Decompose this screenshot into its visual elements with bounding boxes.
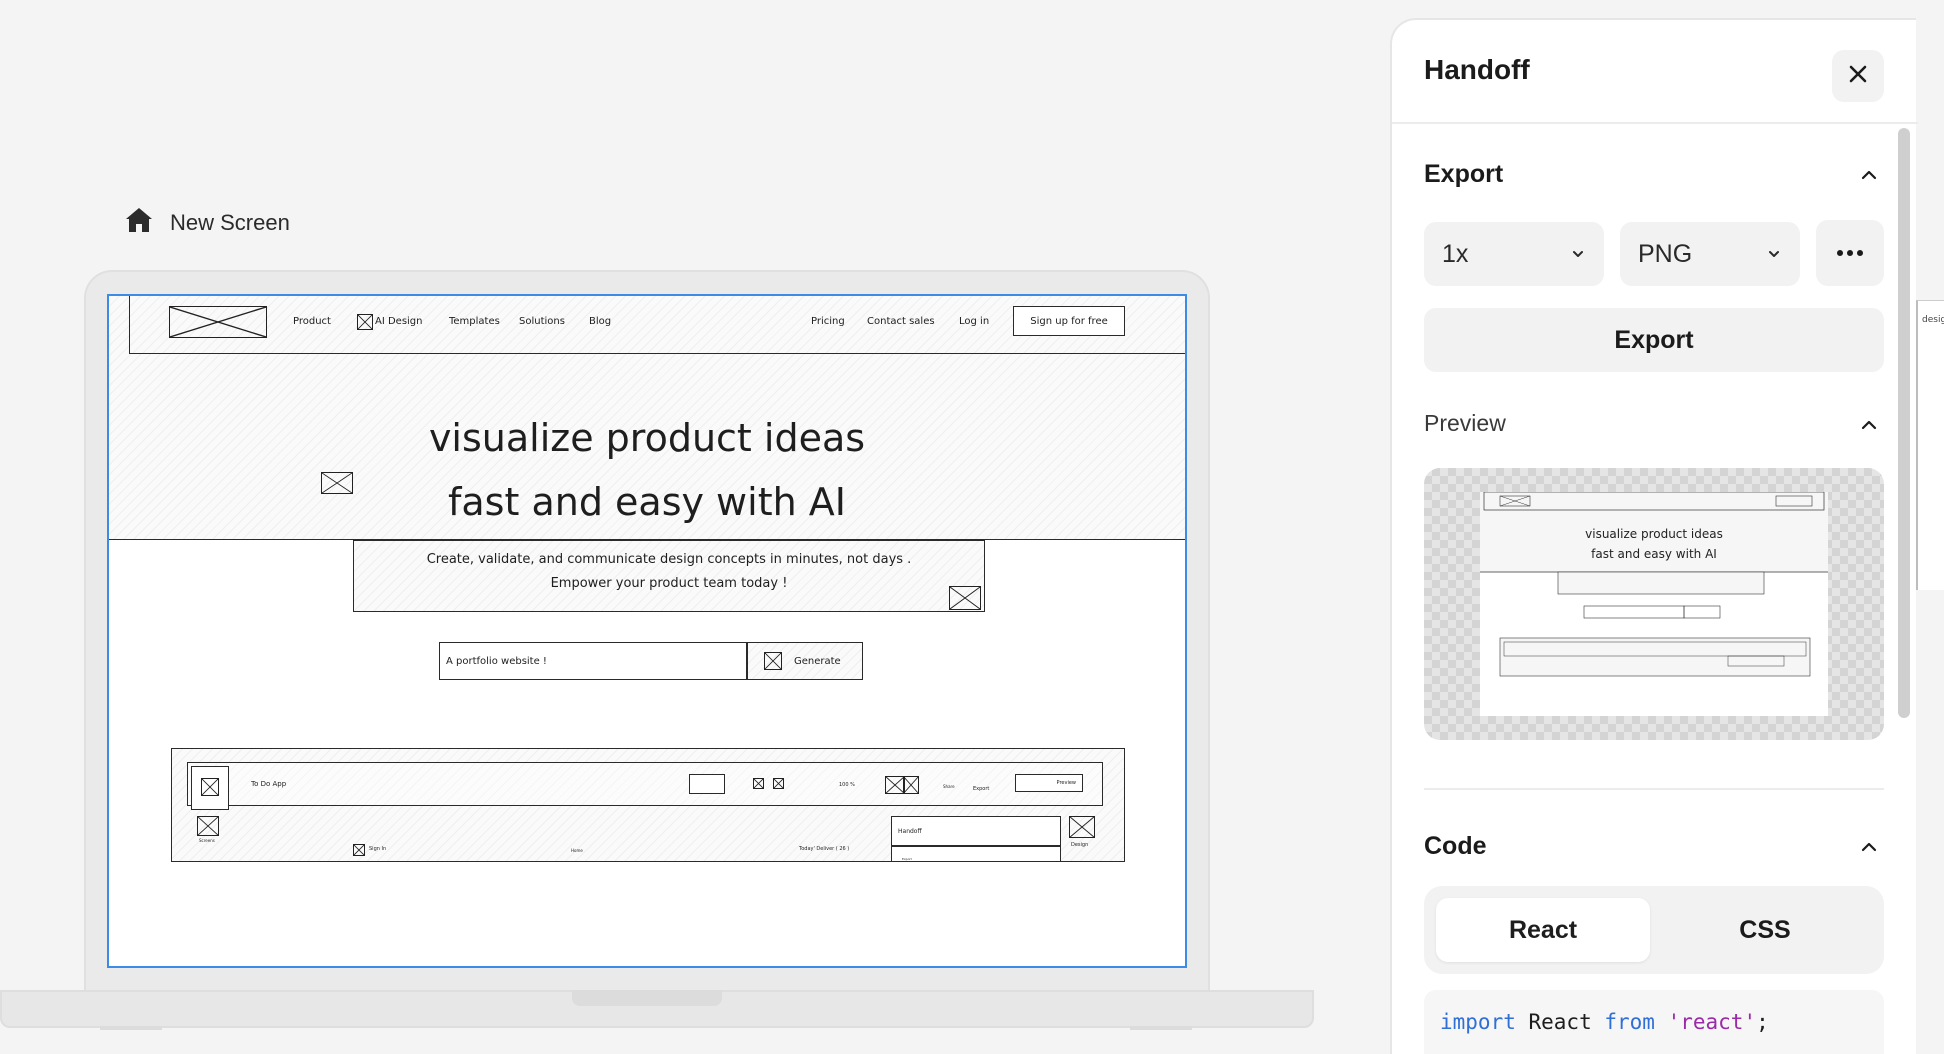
generate-button: Generate [747,642,863,680]
image-placeholder-icon [321,472,353,494]
laptop-foot [1130,1026,1192,1030]
image-placeholder-icon [201,778,219,796]
nav-contact-sales: Contact sales [867,316,935,327]
nav-blog: Blog [589,316,612,327]
image-placeholder-icon [764,652,782,670]
laptop-notch [572,990,722,1006]
preview-thumbnail: visualize product ideas fast and easy wi… [1424,468,1884,740]
adjacent-screen[interactable]: design [1916,300,1944,590]
prompt-input: A portfolio website ! [439,642,747,680]
export-heading: Export [1424,160,1504,188]
app-home: Home [571,848,583,853]
nav-log-in: Log in [959,316,990,327]
code-identifier: React [1515,1010,1605,1034]
app-design: Design [1071,842,1089,848]
code-language-tabs: React CSS [1424,886,1884,974]
app-screens: Screens [199,838,215,843]
svg-text:visualize product ideas: visualize product ideas [1585,527,1723,541]
export-collapse-toggle[interactable] [1858,164,1880,191]
code-keyword: from [1604,1010,1655,1034]
nav-signup-button: Sign up for free [1013,306,1125,336]
image-placeholder-icon [357,314,373,330]
app-toolbar [187,762,1103,806]
preview-wireframe-image: visualize product ideas fast and easy wi… [1480,491,1828,677]
app-title: To Do App [251,780,287,788]
chevron-up-icon [1861,170,1877,180]
adjacent-screen-text: design [1922,315,1944,325]
panel-scrollbar[interactable] [1898,128,1910,718]
tab-css[interactable]: CSS [1658,898,1872,962]
wireframe-screen[interactable]: Product AI Design Templates Solutions Bl… [107,294,1187,968]
subtitle-text: Create, validate, and communicate design… [426,552,912,591]
header-divider [1392,122,1918,124]
preview-page: visualize product ideas fast and easy wi… [1480,491,1828,716]
more-options-button[interactable] [1816,220,1884,286]
svg-text:fast and easy with AI: fast and easy with AI [1591,547,1717,561]
chevron-up-icon [1861,842,1877,852]
image-placeholder-icon [753,778,764,789]
image-placeholder-icon [1069,816,1095,838]
image-placeholder-icon [353,844,365,856]
app-export-row: Export [891,846,1061,862]
screen-name: New Screen [170,209,290,235]
scale-dropdown[interactable]: 1x [1424,222,1604,286]
preview-collapse-toggle[interactable] [1858,414,1880,441]
image-placeholder-icon [773,778,784,789]
panel-title: Handoff [1424,54,1530,85]
image-placeholder-icon [885,776,905,794]
code-block[interactable]: import React from 'react'; [1424,990,1884,1054]
app-rect [689,774,725,794]
export-button[interactable]: Export [1424,308,1884,372]
logo-placeholder-icon [169,306,267,338]
app-preview-button: Preview [1015,774,1083,792]
app-export: Export [973,786,990,792]
section-divider [1424,788,1884,790]
format-dropdown[interactable]: PNG [1620,222,1800,286]
screen-label[interactable]: New Screen [124,206,290,239]
tab-react[interactable]: React [1436,898,1650,962]
nav-solutions: Solutions [519,316,565,327]
more-icon [1837,250,1863,256]
image-placeholder-icon [949,586,981,610]
chevron-down-icon [1573,251,1583,257]
nav-pricing: Pricing [811,316,845,327]
chevron-up-icon [1861,420,1877,430]
code-heading: Code [1424,832,1487,860]
nav-ai-design: AI Design [375,316,423,327]
code-string: 'react' [1654,1010,1757,1034]
handoff-panel: Handoff Export 1x PNG Export Preview vis… [1390,18,1918,1054]
code-collapse-toggle[interactable] [1858,836,1880,863]
preview-heading: Preview [1424,410,1506,436]
app-handoff-panel: Handoff [891,816,1061,846]
chevron-down-icon [1769,251,1779,257]
nav-product: Product [293,316,331,327]
app-zoom: 100 % [839,782,855,788]
home-icon [124,206,154,239]
app-share: Share [943,784,955,789]
code-keyword: import [1440,1010,1516,1034]
scale-value: 1x [1442,239,1469,268]
laptop-foot [100,1026,162,1030]
nav-templates: Templates [449,316,500,327]
close-button[interactable] [1832,50,1884,102]
close-icon [1849,65,1867,88]
image-placeholder-icon [903,776,919,794]
code-punctuation: ; [1756,1010,1769,1034]
image-placeholder-icon [197,816,219,836]
app-today: Today' Deliver ( 26 ) [799,846,850,852]
app-sign-in: Sign In [369,846,387,852]
hero-headline: visualize product ideas fast and easy wi… [428,416,866,524]
format-value: PNG [1638,239,1693,268]
